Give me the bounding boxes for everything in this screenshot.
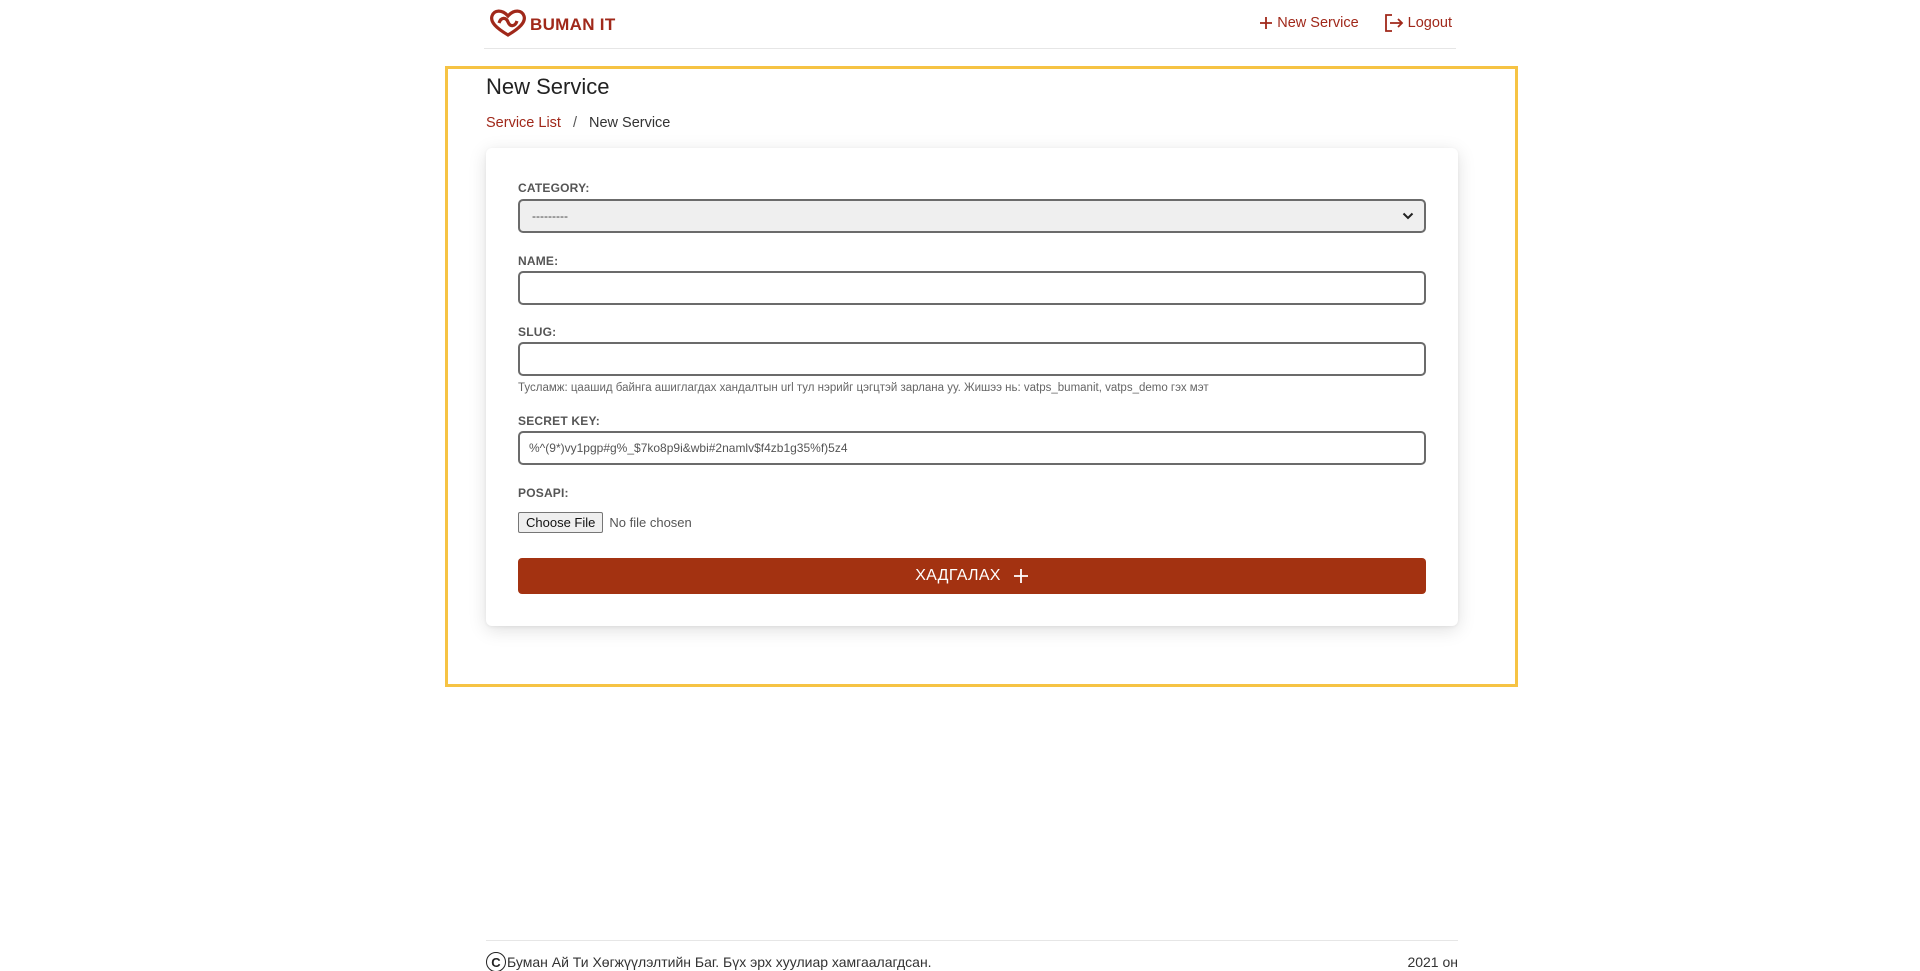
plus-icon [1260,17,1273,29]
file-status-text: No file chosen [609,515,692,530]
slug-input[interactable] [518,342,1426,376]
save-button[interactable]: ХАДГАЛАХ [518,558,1426,594]
posapi-file-input: Choose File No file chosen [518,512,692,533]
secret-key-value: %^(9*)vy1pgp#g%_$7ko8p9i&wbi#2namlv$f4zb… [529,441,848,455]
breadcrumb-current: New Service [588,115,671,131]
name-input[interactable] [518,271,1426,305]
slug-label: SLUG: [518,325,557,339]
footer: C Буман Ай Ти Хөгжүүлэлтийн Баг. Бүх эрх… [486,940,1458,971]
posapi-label: POSAPI: [518,486,569,500]
name-label: NAME: [518,254,559,268]
breadcrumb: Service List / New Service [486,115,670,131]
secret-key-input[interactable]: %^(9*)vy1pgp#g%_$7ko8p9i&wbi#2namlv$f4zb… [518,431,1426,465]
top-navbar: BUMAN IT New Service Logout [484,0,1456,49]
category-selected-value: --------- [532,209,568,223]
breadcrumb-service-list[interactable]: Service List [486,115,561,131]
footer-year: 2021 он [1407,954,1458,970]
logout-icon [1384,14,1403,32]
logout-link[interactable]: Logout [1383,13,1452,33]
slug-help-text: Тусламж: цаашид байнга ашиглагдах хандал… [518,382,1209,394]
footer-text: Буман Ай Ти Хөгжүүлэлтийн Баг. Бүх эрх х… [507,954,932,970]
logout-label: Logout [1407,15,1452,31]
new-service-link[interactable]: New Service [1258,15,1359,31]
category-select[interactable]: --------- [518,199,1426,233]
category-label: CATEGORY: [518,181,590,195]
footer-copyright: C Буман Ай Ти Хөгжүүлэлтийн Баг. Бүх эрх… [486,952,932,971]
header-nav: New Service Logout [1258,13,1452,33]
plus-icon [1013,569,1028,583]
new-service-label: New Service [1277,15,1359,31]
breadcrumb-separator: / [572,115,577,131]
save-button-label: ХАДГАЛАХ [915,567,1001,584]
choose-file-button[interactable]: Choose File [518,512,604,533]
secret-key-label: SECRET KEY: [518,414,600,428]
service-form-card: CATEGORY: --------- NAME: SLUG: Тусламж:… [486,148,1458,626]
buman-logo-icon [490,9,526,37]
copyright-icon: C [486,952,506,971]
page-title: New Service [486,74,610,99]
brand-name: BUMAN IT [530,14,616,34]
chevron-down-icon [1402,212,1414,220]
brand-logo[interactable]: BUMAN IT [488,8,616,38]
